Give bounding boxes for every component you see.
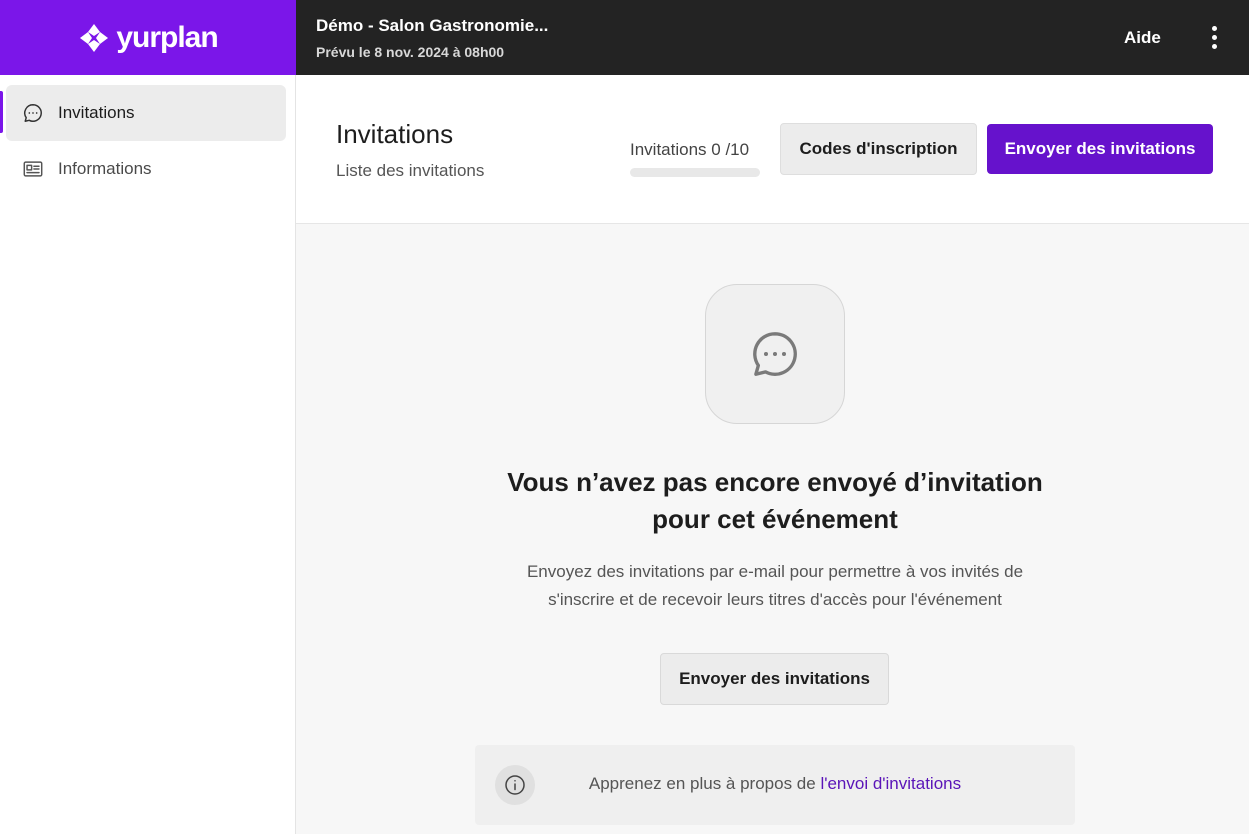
event-title: Démo - Salon Gastronomie... — [316, 16, 549, 35]
top-bar: yurplan Démo - Salon Gastronomie... Prév… — [0, 0, 1249, 75]
page-header: Invitations Liste des invitations Invita… — [296, 75, 1249, 224]
page-subtitle: Liste des invitations — [336, 161, 485, 180]
learn-more-link[interactable]: l'envoi d'invitations — [820, 774, 961, 793]
chat-bubble-icon — [753, 332, 797, 376]
invitations-quota-bar — [630, 168, 760, 177]
empty-state-description-line: Envoyez des invitations par e-mail pour … — [526, 562, 1024, 581]
sidebar-item-label: Informations — [58, 159, 152, 178]
send-invitations-button[interactable]: Envoyer des invitations — [987, 124, 1213, 174]
sidebar-item-label: Invitations — [58, 103, 135, 122]
empty-state-title-line: pour cet événement — [652, 504, 898, 534]
empty-state-send-invitations-button[interactable]: Envoyer des invitations — [660, 653, 889, 705]
more-vertical-icon[interactable] — [1202, 22, 1226, 52]
brand-name: yurplan — [116, 20, 218, 54]
help-link[interactable]: Aide — [1124, 28, 1161, 48]
empty-state-title: Vous n’avez pas encore envoyé d’invitati… — [475, 464, 1075, 538]
id-card-icon — [23, 161, 43, 177]
empty-state-title-line: Vous n’avez pas encore envoyé d’invitati… — [507, 467, 1043, 497]
registration-codes-button[interactable]: Codes d'inscription — [780, 123, 977, 175]
chat-bubble-icon — [24, 104, 42, 122]
sidebar-item-invitations[interactable]: Invitations — [6, 85, 286, 141]
brand-logo[interactable]: yurplan — [0, 0, 296, 75]
empty-state-illustration — [705, 284, 845, 424]
help-info-text: Apprenez en plus à propos de l'envoi d'i… — [475, 774, 1075, 794]
sidebar: Invitations Informations — [0, 75, 296, 834]
help-info-box: Apprenez en plus à propos de l'envoi d'i… — [475, 745, 1075, 825]
page-title: Invitations — [336, 119, 454, 149]
sidebar-item-informations[interactable]: Informations — [6, 141, 286, 197]
yurplan-logo-icon — [80, 23, 109, 52]
help-info-prefix: Apprenez en plus à propos de — [588, 774, 821, 793]
empty-state-description: Envoyez des invitations par e-mail pour … — [475, 558, 1075, 614]
empty-state-description-line: s'inscrire et de recevoir leurs titres d… — [548, 590, 1002, 609]
active-indicator — [0, 91, 3, 133]
event-date: Prévu le 8 nov. 2024 à 08h00 — [316, 44, 505, 60]
invitations-quota-label: Invitations 0 /10 — [630, 140, 750, 159]
